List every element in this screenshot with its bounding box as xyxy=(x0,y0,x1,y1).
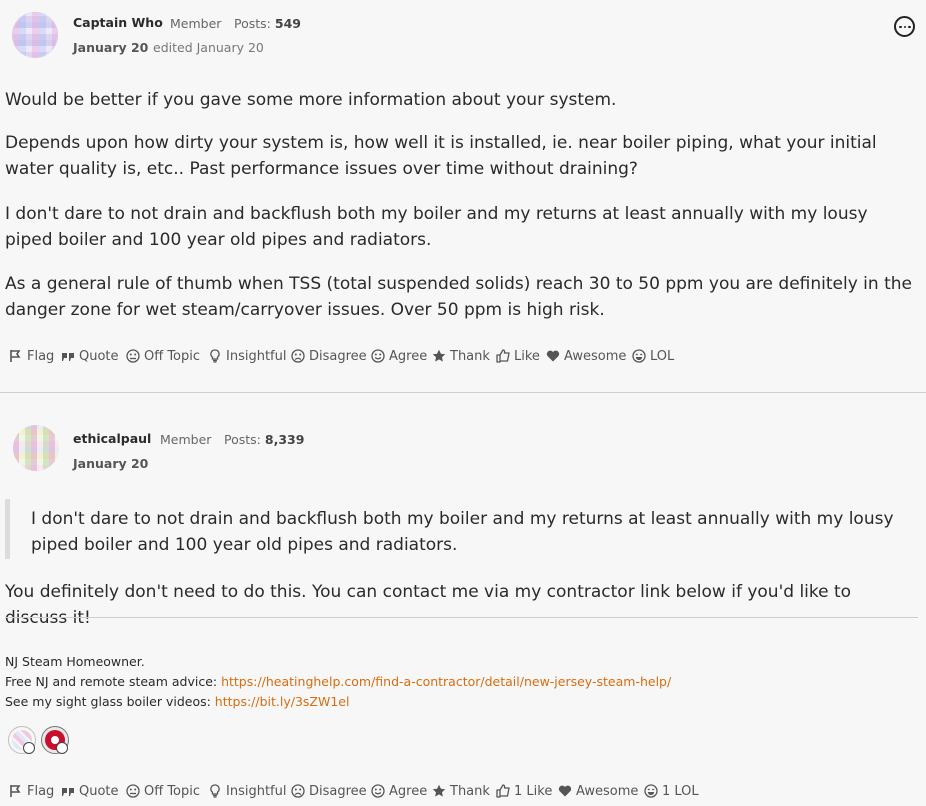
signature-text: Free NJ and remote steam advice: xyxy=(5,674,222,689)
avatar[interactable] xyxy=(13,425,59,471)
quote-label: Quote xyxy=(79,348,119,364)
signature-divider xyxy=(5,617,918,618)
post-count-label: Posts: xyxy=(224,432,261,447)
disagree-label: Disagree xyxy=(309,783,367,799)
post-count-label: Posts: xyxy=(234,16,271,31)
awesome-label: Awesome xyxy=(576,783,639,799)
lol-label: 1 LOL xyxy=(662,783,699,799)
flag-icon xyxy=(10,785,21,797)
thank-button[interactable]: Thank xyxy=(432,346,490,366)
avatar[interactable] xyxy=(12,12,58,58)
smile-icon xyxy=(371,349,385,363)
insightful-button[interactable]: Insightful xyxy=(208,781,286,801)
signature-line: NJ Steam Homeowner. xyxy=(5,654,145,669)
flag-button[interactable]: Flag xyxy=(9,346,54,366)
contractor-link[interactable]: https://heatinghelp.com/find-a-contracto… xyxy=(221,674,671,689)
lightbulb-icon xyxy=(210,784,220,798)
like-label: 1 Like xyxy=(514,783,553,799)
signature-line: Free NJ and remote steam advice: https:/… xyxy=(5,674,671,689)
author-role: Member xyxy=(160,432,212,447)
star-icon xyxy=(432,784,446,797)
like-button[interactable]: 1 Like xyxy=(496,781,552,801)
off-topic-icon xyxy=(126,784,140,798)
quote-icon xyxy=(62,788,74,796)
post-count-value: 8,339 xyxy=(264,432,305,447)
frown-icon xyxy=(291,784,305,798)
post-paragraph: You definitely don't need to do this. Yo… xyxy=(5,582,852,628)
agree-label: Agree xyxy=(389,348,428,364)
post-count: Posts: 549 xyxy=(234,16,301,31)
author-name[interactable]: ethicalpaul xyxy=(73,431,151,446)
options-icon[interactable] xyxy=(894,16,915,37)
off-topic-icon xyxy=(126,349,140,363)
off-topic-label: Off Topic xyxy=(144,348,201,364)
lol-button[interactable]: LOL xyxy=(632,346,674,366)
lol-button[interactable]: 1 LOL xyxy=(644,781,699,801)
off-topic-button[interactable]: Off Topic xyxy=(126,781,200,801)
insightful-button[interactable]: Insightful xyxy=(208,346,286,366)
off-topic-button[interactable]: Off Topic xyxy=(126,346,200,366)
heart-icon xyxy=(546,350,560,362)
blockquote: I don't dare to not drain and backflush … xyxy=(31,509,894,555)
edited-note: edited January 20 xyxy=(153,40,264,55)
lightbulb-icon xyxy=(210,349,220,363)
quote-icon xyxy=(62,353,74,361)
thumbs-up-icon xyxy=(496,349,510,363)
star-icon xyxy=(432,349,446,362)
heart-icon xyxy=(558,785,572,797)
thank-button[interactable]: Thank xyxy=(432,781,490,801)
post-paragraph: As a general rule of thumb when TSS (tot… xyxy=(5,274,912,320)
flag-label: Flag xyxy=(27,348,55,364)
badge-marker-icon xyxy=(23,742,35,754)
disagree-button[interactable]: Disagree xyxy=(291,346,367,366)
post-count: Posts: 8,339 xyxy=(224,432,304,447)
off-topic-label: Off Topic xyxy=(144,783,201,799)
flag-button[interactable]: Flag xyxy=(9,781,54,801)
awesome-label: Awesome xyxy=(564,348,627,364)
badge-marker-icon xyxy=(56,742,68,754)
like-button[interactable]: Like xyxy=(496,346,540,366)
flag-icon xyxy=(10,350,21,362)
agree-button[interactable]: Agree xyxy=(371,781,427,801)
post-paragraph: Depends upon how dirty your system is, h… xyxy=(5,133,877,179)
laugh-icon xyxy=(632,349,646,363)
post-divider xyxy=(0,392,926,393)
quote-button[interactable]: Quote xyxy=(61,346,119,366)
post-paragraph: I don't dare to not drain and backflush … xyxy=(5,204,868,250)
signature-text: See my sight glass boiler videos: xyxy=(5,694,215,709)
insightful-label: Insightful xyxy=(226,783,287,799)
blockquote-bar xyxy=(5,499,10,559)
videos-link[interactable]: https://bit.ly/3sZW1el xyxy=(215,694,350,709)
agree-label: Agree xyxy=(389,783,428,799)
thank-label: Thank xyxy=(450,348,490,364)
laugh-icon xyxy=(644,784,658,798)
post-count-value: 549 xyxy=(274,16,301,31)
signature-line: See my sight glass boiler videos: https:… xyxy=(5,694,349,709)
frown-icon xyxy=(291,349,305,363)
quote-button[interactable]: Quote xyxy=(61,781,119,801)
author-name[interactable]: Captain Who xyxy=(73,15,163,30)
awesome-button[interactable]: Awesome xyxy=(546,346,626,366)
quote-label: Quote xyxy=(79,783,119,799)
post-paragraph: Would be better if you gave some more in… xyxy=(5,90,617,110)
agree-button[interactable]: Agree xyxy=(371,346,427,366)
post-date[interactable]: January 20 xyxy=(73,40,148,55)
disagree-button[interactable]: Disagree xyxy=(291,781,367,801)
thumbs-up-icon xyxy=(496,784,510,798)
insightful-label: Insightful xyxy=(226,348,287,364)
smile-icon xyxy=(371,784,385,798)
disagree-label: Disagree xyxy=(309,348,367,364)
flag-label: Flag xyxy=(27,783,55,799)
thank-label: Thank xyxy=(450,783,490,799)
post-date[interactable]: January 20 xyxy=(73,456,148,471)
like-label: Like xyxy=(514,348,540,364)
awesome-button[interactable]: Awesome xyxy=(558,781,638,801)
author-role: Member xyxy=(170,16,222,31)
lol-label: LOL xyxy=(650,348,675,364)
